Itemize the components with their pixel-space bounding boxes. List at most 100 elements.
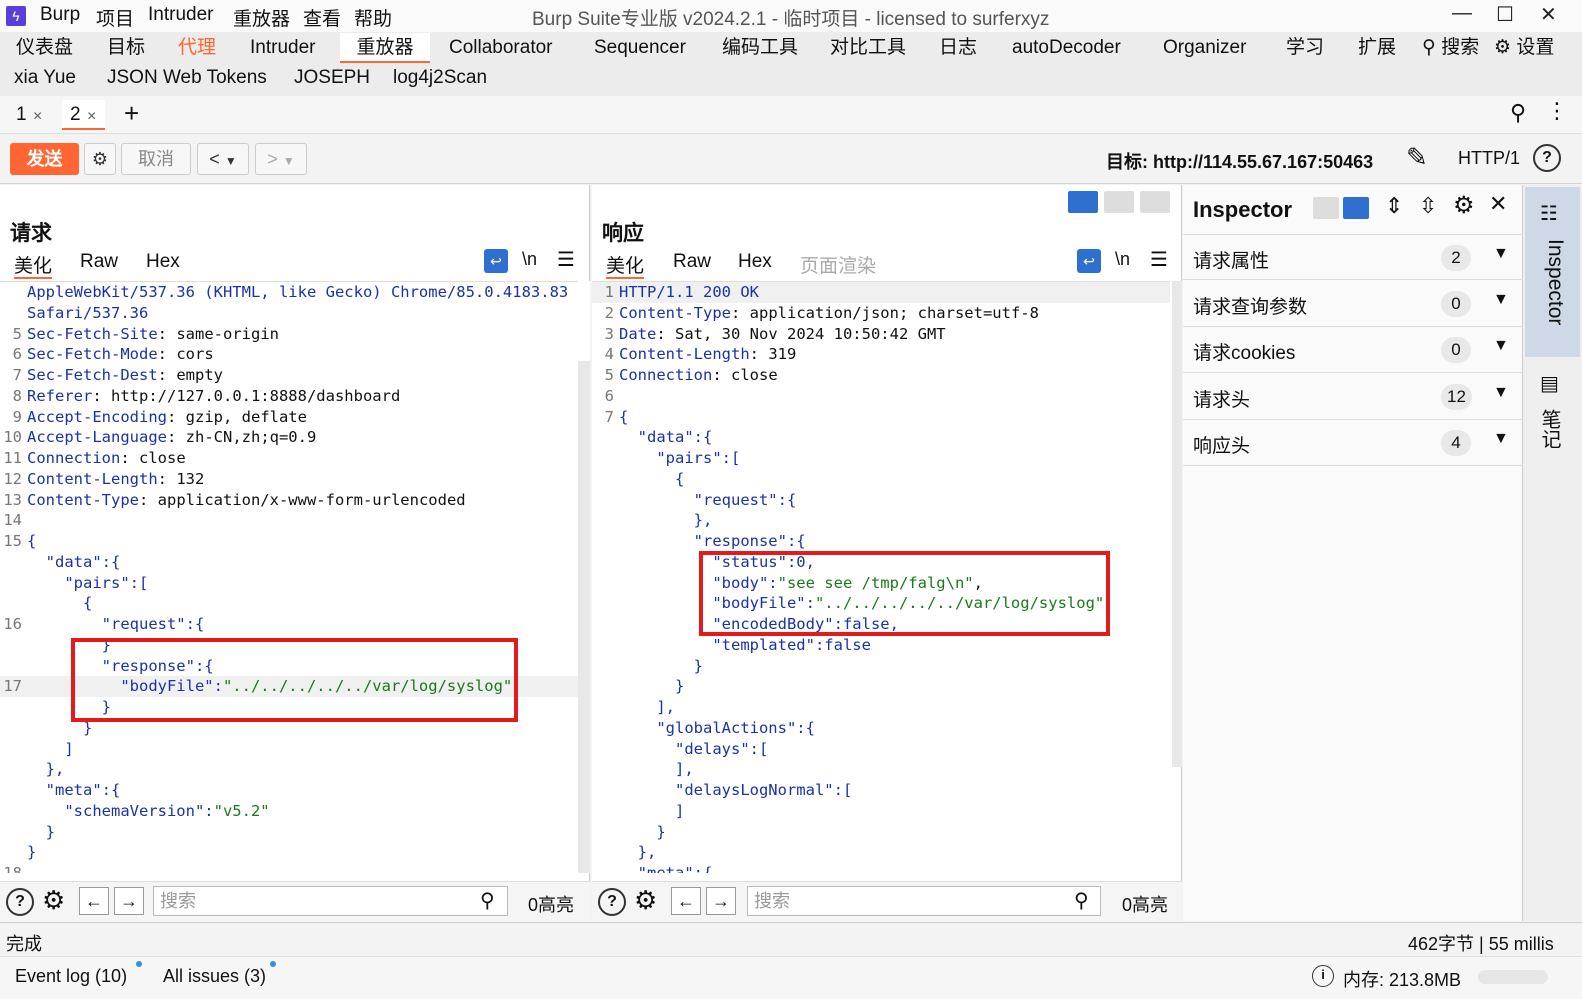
layout-split-icon[interactable] <box>1068 191 1098 213</box>
search-next-button[interactable]: → <box>706 887 736 915</box>
highlight-box <box>699 551 1110 636</box>
menu-icon[interactable]: ☰ <box>1150 247 1168 272</box>
dropdown-icon[interactable]: ▼ <box>283 154 295 168</box>
repeater-tab-1[interactable]: 1 ✕ <box>8 100 51 130</box>
tab-json-web-tokens[interactable]: JSON Web Tokens <box>107 63 267 93</box>
menu-burp[interactable]: Burp <box>40 4 80 26</box>
response-tab-hex[interactable]: Hex <box>738 251 772 279</box>
menu-help[interactable]: 帮助 <box>354 4 392 31</box>
json-text: ] <box>27 739 74 758</box>
menu-repeater[interactable]: 重放器 <box>233 4 290 31</box>
gear-icon[interactable]: ⚙ <box>634 885 657 916</box>
request-tab-hex[interactable]: Hex <box>146 251 180 279</box>
event-log-link[interactable]: Event log (10) <box>15 966 127 987</box>
search-previous-button[interactable]: ← <box>79 887 109 915</box>
tab-decoder[interactable]: 编码工具 <box>722 33 798 63</box>
tab-log4j2scan[interactable]: log4j2Scan <box>393 63 487 93</box>
request-search-input[interactable]: 搜索 <box>153 886 508 916</box>
gear-icon[interactable]: ⚙ <box>42 885 65 916</box>
request-tab-raw[interactable]: Raw <box>80 251 118 279</box>
request-editor[interactable]: AppleWebKit/537.36 (KHTML, like Gecko) C… <box>0 281 578 873</box>
side-tab-notes[interactable]: ▤ 笔记 <box>1525 361 1580 471</box>
layout-horizontal-icon[interactable] <box>1104 191 1134 213</box>
history-back-button[interactable]: < ▼ <box>197 143 249 175</box>
global-settings-button[interactable]: ⚙ 设置 <box>1494 33 1554 63</box>
history-forward-button[interactable]: > ▼ <box>255 143 307 175</box>
line-text: "request":{ <box>27 614 205 635</box>
send-button[interactable]: 发送 <box>10 143 79 175</box>
close-tab-icon[interactable]: ✕ <box>87 109 97 123</box>
cancel-button[interactable]: 取消 <box>121 143 191 175</box>
menu-project[interactable]: 项目 <box>96 4 134 31</box>
response-scrollbar[interactable] <box>1172 281 1182 767</box>
menu-icon[interactable]: ☰ <box>557 247 575 272</box>
wrap-lines-icon[interactable]: ↩ <box>1077 249 1101 273</box>
tab-organizer[interactable]: Organizer <box>1163 33 1246 63</box>
http-version-toggle[interactable]: HTTP/1 <box>1458 148 1520 169</box>
layout-tabs-icon[interactable] <box>1140 191 1170 213</box>
close-icon[interactable]: ✕ <box>1489 191 1507 217</box>
more-options-icon[interactable]: ⋮ <box>1546 98 1568 124</box>
tab-joseph[interactable]: JOSEPH <box>294 63 370 93</box>
edit-target-icon[interactable]: ✎ <box>1406 142 1428 173</box>
tab-sequencer[interactable]: Sequencer <box>594 33 686 63</box>
help-icon[interactable]: ? <box>1533 144 1561 172</box>
inspector-row-cookies[interactable]: 请求cookies 0 ▼ <box>1183 327 1523 373</box>
maximize-icon[interactable]: ☐ <box>1496 2 1514 27</box>
line-number: 8 <box>12 386 22 405</box>
close-tab-icon[interactable]: ✕ <box>33 109 43 123</box>
request-scrollbar[interactable] <box>578 361 590 873</box>
tab-learn[interactable]: 学习 <box>1286 33 1324 63</box>
inspector-layout-icon[interactable] <box>1313 197 1339 219</box>
dropdown-icon[interactable]: ▼ <box>225 154 237 168</box>
line-text: Content-Type: application/json; charset=… <box>619 303 1039 322</box>
inspector-row-request-attributes[interactable]: 请求属性 2 ▼ <box>1183 234 1523 280</box>
menu-view[interactable]: 查看 <box>303 4 341 31</box>
json-text: "pairs":[ <box>619 449 741 467</box>
wrap-lines-icon[interactable]: ↩ <box>484 249 508 273</box>
search-previous-button[interactable]: ← <box>671 887 701 915</box>
header-name: Sec-Fetch-Mode <box>27 345 158 364</box>
menu-intruder[interactable]: Intruder <box>148 4 213 26</box>
all-issues-link[interactable]: All issues (3) <box>163 966 266 987</box>
tab-target[interactable]: 目标 <box>107 33 145 63</box>
help-icon[interactable]: ? <box>6 888 34 916</box>
tab-logger[interactable]: 日志 <box>939 33 977 63</box>
close-window-icon[interactable]: ✕ <box>1540 2 1557 27</box>
tab-intruder[interactable]: Intruder <box>250 33 315 63</box>
tab-collaborator[interactable]: Collaborator <box>449 33 553 63</box>
expand-all-icon[interactable]: ⇕ <box>1385 193 1403 219</box>
repeater-tab-2[interactable]: 2 ✕ <box>62 100 105 130</box>
tab-search-icon[interactable]: ⚲ <box>1510 100 1526 126</box>
code-line: 1 HTTP/1.1 200 OK <box>592 282 1170 303</box>
request-tab-pretty[interactable]: 美化 <box>14 251 53 279</box>
inspector-row-request-headers[interactable]: 请求头 12 ▼ <box>1183 374 1523 420</box>
tab-xia-yue[interactable]: xia Yue <box>14 63 76 93</box>
line-text: "data":{ <box>619 427 713 448</box>
collapse-all-icon[interactable]: ⇳ <box>1419 193 1437 219</box>
response-search-input[interactable]: 搜索 <box>747 886 1101 916</box>
global-search-button[interactable]: ⚲ 搜索 <box>1422 33 1479 63</box>
newline-toggle[interactable]: \n <box>522 249 537 270</box>
tab-autodecoder[interactable]: autoDecoder <box>1012 33 1121 63</box>
newline-toggle[interactable]: \n <box>1115 249 1130 270</box>
search-next-button[interactable]: → <box>114 887 144 915</box>
info-icon[interactable]: i <box>1312 965 1334 987</box>
response-tab-pretty[interactable]: 美化 <box>606 251 645 279</box>
side-tab-inspector[interactable]: ☷ Inspector <box>1525 187 1580 357</box>
inspector-layout-active-icon[interactable] <box>1343 197 1369 219</box>
help-icon[interactable]: ? <box>598 888 626 916</box>
response-tab-raw[interactable]: Raw <box>673 251 711 279</box>
tab-repeater[interactable]: 重放器 <box>340 33 430 63</box>
tab-dashboard[interactable]: 仪表盘 <box>16 33 73 63</box>
tab-comparer[interactable]: 对比工具 <box>830 33 906 63</box>
send-settings-icon[interactable]: ⚙ <box>84 143 116 175</box>
tab-extensions[interactable]: 扩展 <box>1358 33 1396 63</box>
gear-icon[interactable]: ⚙ <box>1453 191 1475 220</box>
inspector-row-response-headers[interactable]: 响应头 4 ▼ <box>1183 420 1523 466</box>
inspector-row-query-params[interactable]: 请求查询参数 0 ▼ <box>1183 281 1523 327</box>
minimize-icon[interactable]: — <box>1452 2 1472 25</box>
tab-proxy[interactable]: 代理 <box>178 33 216 63</box>
response-tab-render[interactable]: 页面渲染 <box>800 251 876 279</box>
add-tab-icon[interactable]: + <box>124 98 139 129</box>
